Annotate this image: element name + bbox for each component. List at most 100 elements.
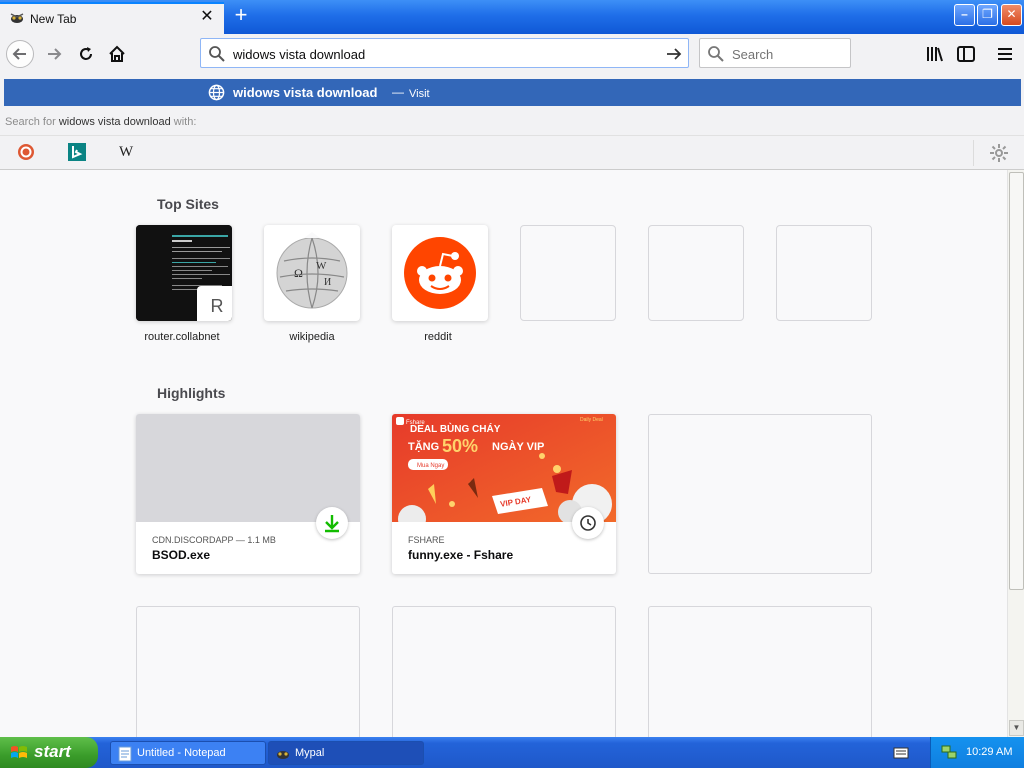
top-site-label: router.collabnet [144, 331, 220, 343]
reload-button[interactable] [72, 40, 100, 68]
empty-top-site-slot [776, 225, 872, 321]
suggestion-text: widows vista download [233, 85, 378, 100]
card-source: FSHARE [408, 535, 445, 545]
system-tray: 10:29 AM [930, 737, 1024, 768]
tab-close-icon[interactable]: ✕ [199, 9, 215, 25]
search-icon [209, 46, 225, 62]
svg-text:И: И [324, 277, 331, 288]
svg-text:W: W [316, 260, 327, 272]
visit-suggestion-row[interactable]: widows vista download — Visit [4, 79, 1021, 106]
clock: 10:29 AM [966, 746, 1013, 758]
search-placeholder: Search [732, 47, 774, 62]
empty-top-site-slot [648, 225, 744, 321]
gear-icon[interactable] [989, 143, 1009, 163]
one-off-search-engines: W [0, 135, 1024, 169]
card-title: funny.exe - Fshare [408, 548, 514, 562]
home-icon [109, 45, 125, 62]
empty-highlight-slot [648, 606, 872, 737]
search-for-query: widows vista download [58, 116, 171, 128]
top-site-label: wikipedia [289, 331, 335, 343]
highlight-card-fshare[interactable]: Fshare Daily Deal DEAL BÙNG CHÁY TẶNG 50… [392, 414, 616, 574]
notepad-icon [118, 746, 132, 762]
top-site-tile-router[interactable]: R [136, 225, 232, 321]
navigation-toolbar: widows vista download Search [0, 34, 1024, 74]
windows-flag-icon [11, 746, 27, 758]
highlight-card-bsod[interactable]: CDN.DISCORDAPP — 1.1 MB BSOD.exe [136, 414, 360, 574]
back-arrow-icon [12, 48, 26, 60]
network-icon[interactable] [941, 744, 957, 760]
maximize-button[interactable]: ❐ [977, 4, 998, 26]
search-bar[interactable]: Search [699, 38, 851, 68]
deal-vip-days: NGÀY VIP [492, 440, 544, 453]
clock-icon [580, 515, 596, 531]
forward-button[interactable] [40, 40, 68, 68]
taskbar: start Untitled - Notepad Mypal 10:29 AM [0, 737, 1024, 768]
tab-new-tab[interactable]: New Tab ✕ [0, 2, 224, 34]
buy-now-pill: Mua Ngay [417, 463, 444, 469]
search-for-label: Search for widows vista download with: [5, 116, 196, 128]
tab-title: New Tab [30, 12, 77, 26]
download-icon [325, 515, 339, 533]
url-bar[interactable]: widows vista download [200, 38, 689, 68]
new-tab-page: Top Sites R router.collabnet Ω W И wikip… [0, 170, 1007, 737]
task-notepad[interactable]: Untitled - Notepad [110, 741, 266, 765]
wikipedia-globe-icon: Ω W И [276, 232, 348, 309]
empty-highlight-slot [136, 606, 360, 737]
search-icon [708, 46, 724, 62]
top-sites-heading: Top Sites [157, 196, 219, 212]
start-label: start [34, 742, 71, 761]
wikipedia-engine-button[interactable]: W [119, 143, 137, 161]
reddit-logo-icon [404, 237, 476, 309]
bing-engine-button[interactable] [68, 143, 86, 161]
card-thumbnail-placeholder [136, 414, 360, 522]
scroll-down-arrow[interactable]: ▼ [1009, 720, 1024, 736]
search-for-prefix: Search for [5, 116, 59, 128]
start-button[interactable]: start [0, 737, 98, 768]
keyboard-icon[interactable] [893, 746, 909, 760]
library-icon[interactable] [925, 44, 945, 64]
hamburger-menu-icon[interactable] [995, 44, 1015, 64]
title-bar: New Tab ✕ + – ❐ ✕ [0, 0, 1024, 34]
history-badge [572, 507, 604, 539]
highlights-heading: Highlights [157, 385, 226, 401]
reload-icon [80, 47, 92, 60]
forward-arrow-icon [48, 48, 62, 60]
sidebar-toggle-icon[interactable] [956, 44, 976, 64]
top-site-tile-reddit[interactable] [392, 225, 488, 321]
home-button[interactable] [103, 40, 131, 68]
daily-deal-tag: Daily Deal [580, 417, 603, 423]
task-label: Untitled - Notepad [137, 747, 226, 759]
suggestion-dash: — [392, 85, 404, 99]
search-for-suffix: with: [170, 116, 197, 128]
empty-top-site-slot [520, 225, 616, 321]
close-window-button[interactable]: ✕ [1001, 4, 1022, 26]
svg-text:Ω: Ω [294, 266, 303, 280]
deal-headline: DEAL BÙNG CHÁY [410, 422, 501, 435]
empty-highlight-slot [392, 606, 616, 737]
vertical-scrollbar[interactable]: ▼ [1007, 170, 1024, 737]
back-button[interactable] [6, 40, 34, 68]
empty-highlight-slot [648, 414, 872, 574]
deal-gift: TẶNG [408, 440, 439, 453]
task-mypal[interactable]: Mypal [268, 741, 424, 765]
duckduckgo-engine-button[interactable] [17, 143, 35, 161]
new-tab-button[interactable]: + [230, 4, 252, 27]
task-label: Mypal [295, 747, 325, 759]
engines-divider [973, 140, 974, 166]
minimize-button[interactable]: – [954, 4, 975, 26]
download-badge [316, 507, 348, 539]
mypal-logo-icon [277, 751, 289, 759]
scrollbar-thumb[interactable] [1009, 172, 1024, 590]
fshare-banner-image: Fshare Daily Deal DEAL BÙNG CHÁY TẶNG 50… [392, 414, 616, 522]
card-title: BSOD.exe [152, 548, 211, 562]
mypal-logo-icon [10, 13, 24, 23]
top-site-tile-wikipedia[interactable]: Ω W И [264, 225, 360, 321]
card-source: CDN.DISCORDAPP — 1.1 MB [152, 535, 276, 545]
router-letter-icon: R [197, 286, 232, 321]
deal-percent: 50% [442, 436, 478, 456]
go-arrow-icon[interactable] [664, 44, 684, 64]
suggestion-action: Visit [409, 88, 430, 100]
url-input-value[interactable]: widows vista download [233, 47, 365, 62]
top-site-label: reddit [424, 331, 452, 343]
urlbar-popup: widows vista download — Visit Search for… [0, 74, 1024, 170]
